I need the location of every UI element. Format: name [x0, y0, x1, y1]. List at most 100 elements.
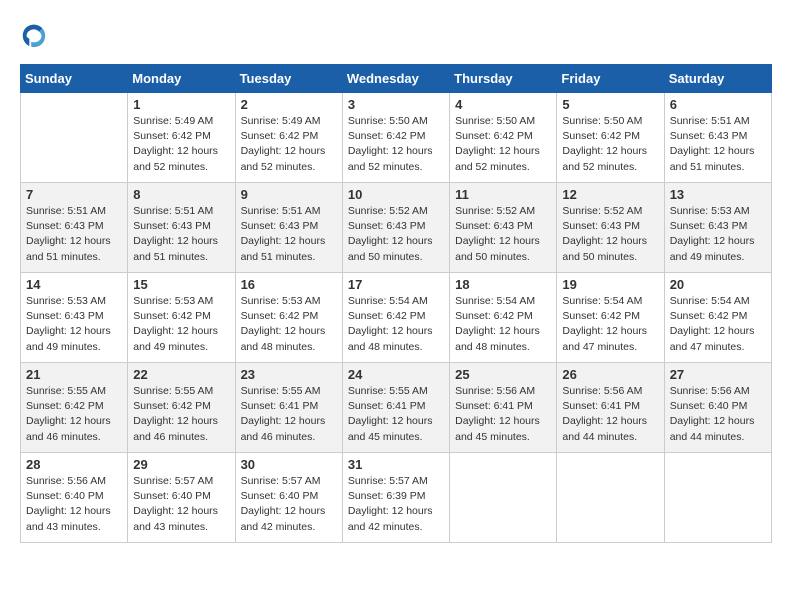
calendar-cell: 21 Sunrise: 5:55 AM Sunset: 6:42 PM Dayli…: [21, 363, 128, 453]
day-number: 20: [670, 277, 766, 292]
calendar-cell: 19Sunrise: 5:54 AM Sunset: 6:42 PM Dayli…: [557, 273, 664, 363]
day-number: 30: [241, 457, 337, 472]
day-number: 26: [562, 367, 658, 382]
day-number: 8: [133, 187, 229, 202]
calendar-week-row: 7 Sunrise: 5:51 AM Sunset: 6:43 PM Daylig…: [21, 183, 772, 273]
calendar-cell: 23Sunrise: 5:55 AM Sunset: 6:41 PM Dayli…: [235, 363, 342, 453]
col-header-wednesday: Wednesday: [342, 65, 449, 93]
calendar-cell: 15 Sunrise: 5:53 AM Sunset: 6:42 PM Dayli…: [128, 273, 235, 363]
col-header-tuesday: Tuesday: [235, 65, 342, 93]
day-number: 7: [26, 187, 122, 202]
day-info: Sunrise: 5:51 AM Sunset: 6:43 PM Dayligh…: [26, 204, 122, 265]
calendar-cell: 20 Sunrise: 5:54 AM Sunset: 6:42 PM Dayli…: [664, 273, 771, 363]
day-number: 5: [562, 97, 658, 112]
calendar-week-row: 21 Sunrise: 5:55 AM Sunset: 6:42 PM Dayli…: [21, 363, 772, 453]
calendar-cell: 3Sunrise: 5:50 AM Sunset: 6:42 PM Daylig…: [342, 93, 449, 183]
calendar-cell: 9 Sunrise: 5:51 AM Sunset: 6:43 PM Daylig…: [235, 183, 342, 273]
calendar-cell: [450, 453, 557, 543]
day-info: Sunrise: 5:51 AM Sunset: 6:43 PM Dayligh…: [133, 204, 229, 265]
calendar-cell: 16 Sunrise: 5:53 AM Sunset: 6:42 PM Dayli…: [235, 273, 342, 363]
day-info: Sunrise: 5:54 AM Sunset: 6:42 PM Dayligh…: [348, 294, 444, 355]
calendar-cell: [21, 93, 128, 183]
day-info: Sunrise: 5:55 AM Sunset: 6:41 PM Dayligh…: [348, 384, 444, 445]
calendar-week-row: 14 Sunrise: 5:53 AM Sunset: 6:43 PM Dayli…: [21, 273, 772, 363]
day-number: 31: [348, 457, 444, 472]
day-number: 9: [241, 187, 337, 202]
day-info: Sunrise: 5:54 AM Sunset: 6:42 PM Dayligh…: [670, 294, 766, 355]
calendar-week-row: 1 Sunrise: 5:49 AM Sunset: 6:42 PM Daylig…: [21, 93, 772, 183]
day-number: 3: [348, 97, 444, 112]
day-number: 1: [133, 97, 229, 112]
day-info: Sunrise: 5:56 AM Sunset: 6:41 PM Dayligh…: [562, 384, 658, 445]
day-info: Sunrise: 5:54 AM Sunset: 6:42 PM Dayligh…: [562, 294, 658, 355]
col-header-thursday: Thursday: [450, 65, 557, 93]
calendar-cell: 27Sunrise: 5:56 AM Sunset: 6:40 PM Dayli…: [664, 363, 771, 453]
calendar-cell: 31 Sunrise: 5:57 AM Sunset: 6:39 PM Dayli…: [342, 453, 449, 543]
calendar-cell: 1 Sunrise: 5:49 AM Sunset: 6:42 PM Daylig…: [128, 93, 235, 183]
day-info: Sunrise: 5:56 AM Sunset: 6:40 PM Dayligh…: [26, 474, 122, 535]
calendar-cell: 18Sunrise: 5:54 AM Sunset: 6:42 PM Dayli…: [450, 273, 557, 363]
calendar-week-row: 28 Sunrise: 5:56 AM Sunset: 6:40 PM Dayli…: [21, 453, 772, 543]
day-info: Sunrise: 5:53 AM Sunset: 6:43 PM Dayligh…: [670, 204, 766, 265]
day-number: 22: [133, 367, 229, 382]
day-number: 14: [26, 277, 122, 292]
day-info: Sunrise: 5:57 AM Sunset: 6:40 PM Dayligh…: [133, 474, 229, 535]
day-info: Sunrise: 5:51 AM Sunset: 6:43 PM Dayligh…: [670, 114, 766, 175]
calendar-cell: 7 Sunrise: 5:51 AM Sunset: 6:43 PM Daylig…: [21, 183, 128, 273]
day-info: Sunrise: 5:53 AM Sunset: 6:43 PM Dayligh…: [26, 294, 122, 355]
day-number: 18: [455, 277, 551, 292]
calendar-cell: [664, 453, 771, 543]
day-number: 10: [348, 187, 444, 202]
day-info: Sunrise: 5:53 AM Sunset: 6:42 PM Dayligh…: [241, 294, 337, 355]
day-number: 6: [670, 97, 766, 112]
day-info: Sunrise: 5:56 AM Sunset: 6:41 PM Dayligh…: [455, 384, 551, 445]
day-number: 12: [562, 187, 658, 202]
day-number: 13: [670, 187, 766, 202]
col-header-monday: Monday: [128, 65, 235, 93]
day-info: Sunrise: 5:53 AM Sunset: 6:42 PM Dayligh…: [133, 294, 229, 355]
calendar-cell: 14 Sunrise: 5:53 AM Sunset: 6:43 PM Dayli…: [21, 273, 128, 363]
day-info: Sunrise: 5:49 AM Sunset: 6:42 PM Dayligh…: [133, 114, 229, 175]
day-number: 11: [455, 187, 551, 202]
day-number: 27: [670, 367, 766, 382]
col-header-saturday: Saturday: [664, 65, 771, 93]
calendar-cell: 10 Sunrise: 5:52 AM Sunset: 6:43 PM Dayli…: [342, 183, 449, 273]
calendar-cell: 4 Sunrise: 5:50 AM Sunset: 6:42 PM Daylig…: [450, 93, 557, 183]
calendar-header-row: SundayMondayTuesdayWednesdayThursdayFrid…: [21, 65, 772, 93]
day-number: 28: [26, 457, 122, 472]
calendar-cell: 30 Sunrise: 5:57 AM Sunset: 6:40 PM Dayli…: [235, 453, 342, 543]
calendar-cell: 11Sunrise: 5:52 AM Sunset: 6:43 PM Dayli…: [450, 183, 557, 273]
col-header-sunday: Sunday: [21, 65, 128, 93]
day-number: 2: [241, 97, 337, 112]
calendar-cell: 13 Sunrise: 5:53 AM Sunset: 6:43 PM Dayli…: [664, 183, 771, 273]
day-info: Sunrise: 5:57 AM Sunset: 6:40 PM Dayligh…: [241, 474, 337, 535]
day-info: Sunrise: 5:55 AM Sunset: 6:42 PM Dayligh…: [133, 384, 229, 445]
calendar-cell: 25Sunrise: 5:56 AM Sunset: 6:41 PM Dayli…: [450, 363, 557, 453]
day-info: Sunrise: 5:50 AM Sunset: 6:42 PM Dayligh…: [455, 114, 551, 175]
day-number: 4: [455, 97, 551, 112]
col-header-friday: Friday: [557, 65, 664, 93]
day-number: 21: [26, 367, 122, 382]
day-info: Sunrise: 5:52 AM Sunset: 6:43 PM Dayligh…: [562, 204, 658, 265]
day-number: 23: [241, 367, 337, 382]
day-info: Sunrise: 5:51 AM Sunset: 6:43 PM Dayligh…: [241, 204, 337, 265]
day-info: Sunrise: 5:57 AM Sunset: 6:39 PM Dayligh…: [348, 474, 444, 535]
page-header: [20, 20, 772, 48]
day-number: 29: [133, 457, 229, 472]
day-info: Sunrise: 5:55 AM Sunset: 6:42 PM Dayligh…: [26, 384, 122, 445]
calendar-cell: 22 Sunrise: 5:55 AM Sunset: 6:42 PM Dayli…: [128, 363, 235, 453]
calendar-cell: 5Sunrise: 5:50 AM Sunset: 6:42 PM Daylig…: [557, 93, 664, 183]
calendar-cell: 24Sunrise: 5:55 AM Sunset: 6:41 PM Dayli…: [342, 363, 449, 453]
calendar-cell: 17 Sunrise: 5:54 AM Sunset: 6:42 PM Dayli…: [342, 273, 449, 363]
calendar-cell: 8 Sunrise: 5:51 AM Sunset: 6:43 PM Daylig…: [128, 183, 235, 273]
calendar-cell: 29 Sunrise: 5:57 AM Sunset: 6:40 PM Dayli…: [128, 453, 235, 543]
day-number: 17: [348, 277, 444, 292]
calendar-cell: 26 Sunrise: 5:56 AM Sunset: 6:41 PM Dayli…: [557, 363, 664, 453]
day-number: 16: [241, 277, 337, 292]
day-info: Sunrise: 5:52 AM Sunset: 6:43 PM Dayligh…: [348, 204, 444, 265]
calendar-cell: 6 Sunrise: 5:51 AM Sunset: 6:43 PM Daylig…: [664, 93, 771, 183]
logo-icon: [20, 20, 48, 48]
calendar-table: SundayMondayTuesdayWednesdayThursdayFrid…: [20, 64, 772, 543]
day-number: 15: [133, 277, 229, 292]
day-info: Sunrise: 5:49 AM Sunset: 6:42 PM Dayligh…: [241, 114, 337, 175]
